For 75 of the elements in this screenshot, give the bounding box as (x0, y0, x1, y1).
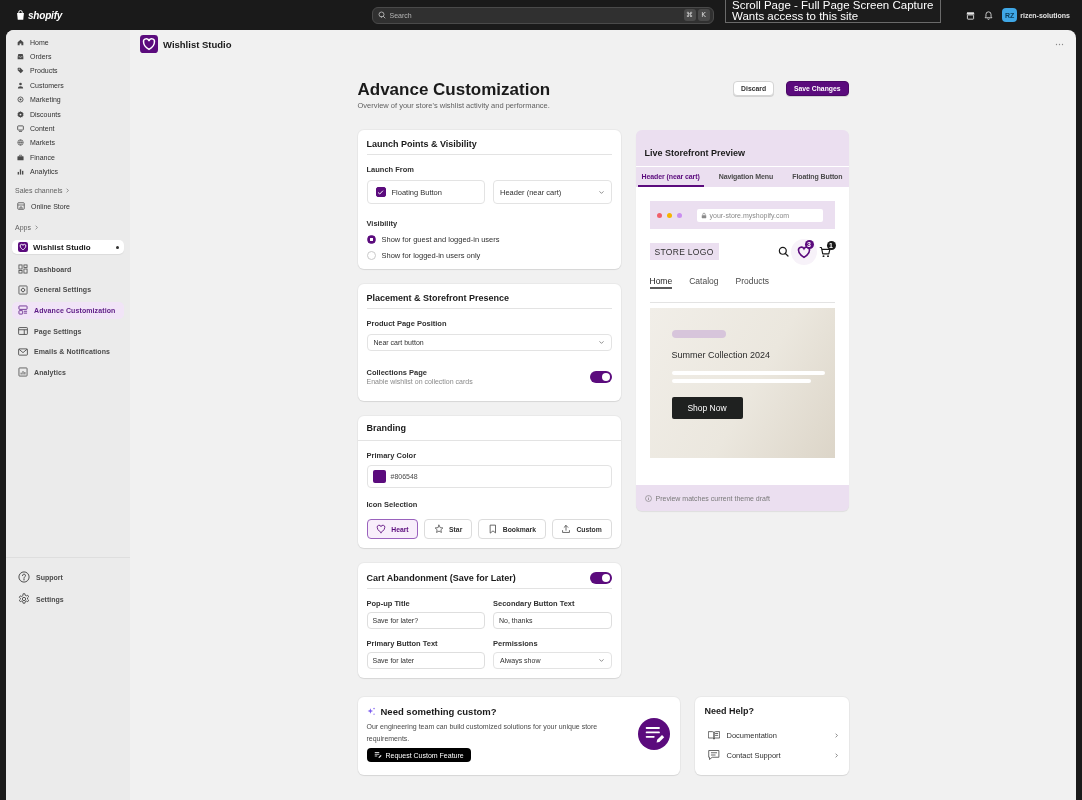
heart-logo-icon (140, 35, 158, 53)
bar-chart-icon (17, 168, 24, 176)
promo-title: Need something custom? (380, 706, 497, 717)
card-title: Branding (366, 423, 406, 434)
popup-message: Wants access to this site (732, 11, 860, 22)
app-title: Wishlist Studio (163, 38, 232, 50)
chevron-right-icon (33, 224, 39, 230)
book-icon (707, 729, 720, 741)
monitor-icon (17, 125, 24, 133)
swatch-icon[interactable] (372, 470, 386, 483)
bookmark-icon (487, 524, 498, 534)
heart-icon (376, 524, 387, 534)
window-icon (18, 326, 28, 337)
chevron-down-icon (597, 188, 605, 196)
heart-logo-icon (18, 242, 28, 253)
check-icon (377, 188, 384, 196)
home-icon (17, 38, 24, 46)
envelope-icon (18, 346, 28, 357)
upload-icon (561, 524, 572, 534)
list-edit-icon (637, 718, 670, 750)
store-logo: STORE LOGO (649, 243, 719, 260)
panel-title: Live Storefront Preview (644, 148, 746, 158)
info-icon (644, 494, 652, 502)
target-icon (17, 96, 24, 104)
gear-square-icon (18, 284, 28, 295)
store-nav-link[interactable]: Products (735, 275, 770, 289)
card-title: Launch Points & Visibility (366, 139, 477, 150)
dot-icon (116, 245, 119, 249)
edit-icon (373, 751, 382, 759)
radio-button[interactable] (366, 234, 376, 244)
sparkle-icon (366, 707, 376, 716)
window-dot-icon (656, 212, 662, 218)
help-icon (18, 571, 30, 583)
chevron-down-icon (597, 339, 605, 346)
checkbox[interactable] (375, 187, 386, 197)
search-icon (377, 11, 386, 19)
layout-icon (18, 305, 28, 316)
hero-title: Summer Collection 2024 (671, 350, 771, 360)
gear-icon (17, 110, 24, 118)
star-icon (434, 524, 445, 534)
bell-icon[interactable] (984, 10, 994, 20)
bag-icon (15, 9, 26, 21)
window-dot-icon (676, 212, 682, 218)
cart-icon[interactable] (818, 245, 831, 258)
card-title: Placement & Storefront Presence (366, 293, 510, 304)
window-dot-icon (666, 212, 672, 218)
tag-placeholder (671, 330, 726, 338)
app-nav-item[interactable]: Wishlist Studio (12, 240, 124, 255)
settings-icon (18, 593, 30, 605)
chevron-right-icon (65, 188, 71, 194)
inbox-icon (17, 53, 24, 61)
popup-title: Scroll Page - Full Page Screen Capture (732, 0, 934, 11)
chart-square-icon (18, 367, 28, 378)
brand-name: shopify (28, 9, 63, 21)
shop-now-button[interactable]: Shop Now (671, 397, 743, 419)
store-icon[interactable] (966, 10, 976, 20)
briefcase-icon (17, 153, 24, 161)
grid-icon (18, 264, 28, 275)
store-icon (17, 202, 25, 211)
chevron-down-icon (597, 657, 605, 664)
chevron-right-icon (833, 732, 839, 738)
chevron-right-icon (833, 752, 839, 758)
person-icon (17, 81, 24, 89)
search-icon[interactable] (777, 246, 789, 257)
help-title: Need Help? (704, 706, 755, 717)
store-nav-link[interactable]: Home (649, 275, 673, 289)
toggle-switch[interactable] (589, 371, 612, 383)
lock-icon (700, 211, 707, 219)
chat-icon (707, 749, 720, 761)
page-title: Advance Customization (357, 80, 551, 100)
store-nav-link[interactable]: Catalog (689, 275, 719, 289)
toggle-switch[interactable] (589, 572, 612, 584)
tag-icon (17, 67, 24, 75)
card-title: Cart Abandonment (Save for Later) (366, 572, 516, 584)
globe-icon (17, 139, 24, 147)
